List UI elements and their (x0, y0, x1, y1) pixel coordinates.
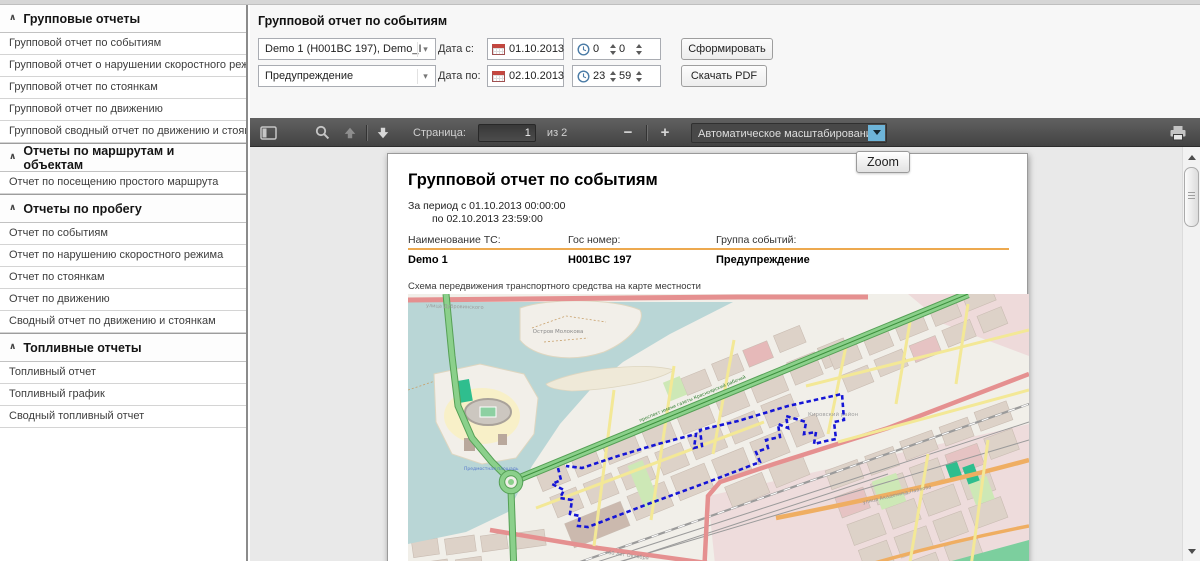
sidebar-section-header[interactable]: ∧ Групповые отчеты (0, 5, 246, 33)
sidebar-section-header[interactable]: ∧ Топливные отчеты (0, 333, 246, 362)
sidebar-item[interactable]: Топливный отчет (0, 362, 246, 384)
sidebar-item[interactable]: Отчет по движению (0, 289, 246, 311)
zoom-tooltip: Zoom (856, 151, 910, 173)
map-label-square: Предмостная площадь (464, 466, 519, 472)
vehicle-select-value: Demo 1 (H001BC 197), Demo_I (265, 43, 422, 55)
minute-to-stepper[interactable] (636, 71, 642, 82)
event-select-value: Предупреждение (265, 70, 353, 82)
sidebar-item[interactable]: Отчет по посещению простого маршрута (0, 172, 246, 194)
collapse-caret-icon: ∧ (9, 12, 16, 23)
download-pdf-button[interactable]: Скачать PDF (681, 65, 767, 87)
report-vehicle-name: Demo 1 (408, 254, 448, 266)
hour-from-input[interactable] (593, 43, 607, 55)
sidebar-item[interactable]: Отчет по стоянкам (0, 267, 246, 289)
sidebar-section-title: Топливные отчеты (23, 341, 141, 355)
sidebar-section-header[interactable]: ∧ Отчеты по маршрутам и объектам (0, 143, 246, 172)
chevron-down-icon: ▾ (417, 69, 433, 84)
collapse-caret-icon: ∧ (9, 341, 16, 352)
hour-from-stepper[interactable] (610, 44, 616, 55)
sidebar-item[interactable]: Групповой отчет по стоянкам (0, 77, 246, 99)
viewer-scrollbar[interactable] (1182, 147, 1200, 561)
sidebar-item[interactable]: Групповой сводный отчет по движению и ст… (0, 121, 246, 143)
sidebar-toggle-icon[interactable] (256, 121, 280, 145)
minute-to-input[interactable] (619, 70, 633, 82)
zoom-select-arrow-icon[interactable] (868, 125, 885, 141)
sidebar-item[interactable]: Топливный график (0, 384, 246, 406)
sidebar-item[interactable]: Отчет по событиям (0, 223, 246, 245)
date-from-input[interactable] (509, 43, 569, 55)
sidebar-item[interactable]: Групповой отчет по движению (0, 99, 246, 121)
previous-page-icon[interactable] (338, 121, 362, 145)
minute-from-input[interactable] (619, 43, 633, 55)
sidebar-section-title: Групповые отчеты (23, 12, 140, 26)
zoom-level-select[interactable]: Автоматическое масштабирование (691, 123, 887, 143)
zoom-in-button[interactable]: + (653, 121, 677, 145)
zoom-out-button[interactable]: − (616, 121, 640, 145)
report-form: Групповой отчет по событиям Demo 1 (H001… (250, 5, 1200, 118)
report-map: Остров Молокова улица Дубровинского прос… (408, 294, 1029, 561)
report-header-rule (408, 248, 1009, 250)
hour-to-input[interactable] (593, 70, 607, 82)
form-title: Групповой отчет по событиям (258, 14, 447, 28)
report-period-to: по 02.10.2013 23:59:00 (432, 213, 543, 225)
minute-from-stepper[interactable] (636, 44, 642, 55)
report-plate-number: H001BC 197 (568, 254, 632, 266)
date-to-label: Дата по: (438, 70, 481, 82)
sidebar-item[interactable]: Сводный отчет по движению и стоянкам (0, 311, 246, 333)
scroll-down-icon[interactable] (1183, 543, 1200, 559)
scroll-up-icon[interactable] (1183, 149, 1200, 165)
search-icon[interactable] (310, 121, 334, 145)
map-label-district: Кировский район (808, 411, 859, 418)
generate-button[interactable]: Сформировать (681, 38, 773, 60)
report-col1-header: Наименование ТС: (408, 234, 501, 246)
zoom-select-value: Автоматическое масштабирование (698, 128, 878, 140)
calendar-icon[interactable] (492, 44, 505, 55)
report-period-from: За период с 01.10.2013 00:00:00 (408, 200, 566, 212)
main-panel: Групповой отчет по событиям Demo 1 (H001… (250, 5, 1200, 561)
print-icon[interactable] (1166, 121, 1190, 145)
time-from-field[interactable] (572, 38, 661, 60)
sidebar-sections: ∧ Групповые отчеты Групповой отчет по собы… (0, 5, 248, 561)
sidebar-item[interactable]: Групповой отчет по событиям (0, 33, 246, 55)
date-to-field[interactable] (487, 65, 564, 87)
pdf-page: Групповой отчет по событиям За период с … (387, 153, 1028, 561)
scrollbar-thumb[interactable] (1184, 167, 1199, 227)
sidebar-item[interactable]: Групповой отчет о нарушении скоростного … (0, 55, 246, 77)
report-map-caption: Схема передвижения транспортного средств… (408, 281, 701, 292)
sidebar-item[interactable]: Сводный топливный отчет (0, 406, 246, 428)
report-col3-header: Группа событий: (716, 234, 796, 246)
sidebar-item[interactable]: Отчет по нарушению скоростного режима (0, 245, 246, 267)
map-label-island: Остров Молокова (533, 329, 584, 335)
next-page-icon[interactable] (371, 121, 395, 145)
collapse-caret-icon: ∧ (9, 151, 16, 162)
pdf-viewer: Групповой отчет по событиям За период с … (250, 147, 1200, 561)
chevron-down-icon: ▾ (417, 42, 433, 57)
report-event-group: Предупреждение (716, 254, 810, 266)
vehicle-select[interactable]: Demo 1 (H001BC 197), Demo_I ▾ (258, 38, 436, 60)
clock-icon (577, 43, 590, 56)
sidebar-section-title: Отчеты по маршрутам и объектам (23, 144, 237, 172)
page-total: из 2 (547, 127, 567, 139)
date-from-field[interactable] (487, 38, 564, 60)
report-col2-header: Гос номер: (568, 234, 620, 246)
hour-to-stepper[interactable] (610, 71, 616, 82)
calendar-icon[interactable] (492, 71, 505, 82)
sidebar-section-title: Отчеты по пробегу (23, 202, 141, 216)
event-type-select[interactable]: Предупреждение ▾ (258, 65, 436, 87)
pdf-toolbar: Страница: из 2 − + Автоматическое масшта… (250, 118, 1200, 147)
clock-icon (577, 70, 590, 83)
sidebar-section-header[interactable]: ∧ Отчеты по пробегу (0, 194, 246, 223)
time-to-field[interactable] (572, 65, 661, 87)
report-title: Групповой отчет по событиям (408, 171, 658, 190)
page-label: Страница: (413, 127, 466, 139)
collapse-caret-icon: ∧ (9, 202, 16, 213)
date-to-input[interactable] (509, 70, 569, 82)
date-from-label: Дата с: (438, 43, 474, 55)
page-number-input[interactable] (478, 124, 536, 142)
